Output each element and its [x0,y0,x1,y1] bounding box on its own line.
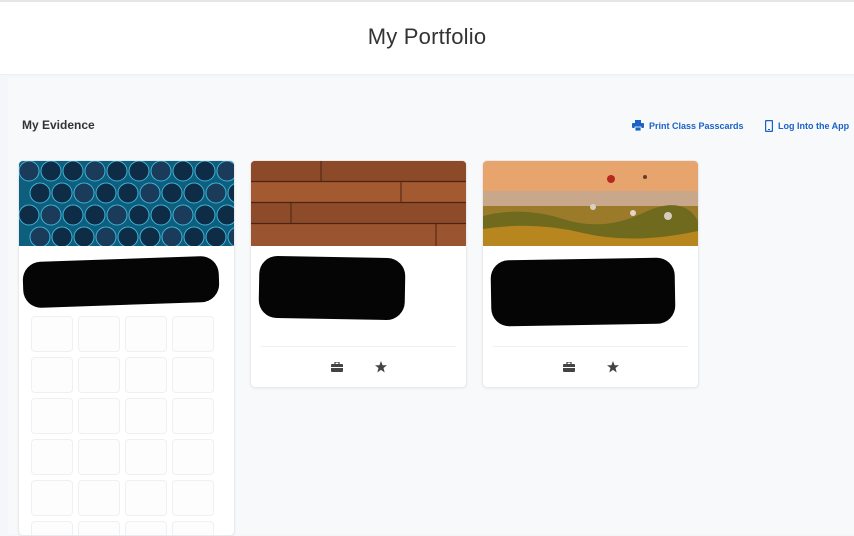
thumbnail-tile [172,398,214,434]
redacted-title [22,255,220,309]
card-footer [493,346,688,387]
thumbnail-tile [125,480,167,516]
briefcase-icon[interactable] [330,362,343,372]
section-title: My Evidence [22,118,95,132]
thumbnail-tile [172,357,214,393]
thumbnail-tile [125,357,167,393]
print-passcards-link[interactable]: Print Class Passcards [632,120,744,131]
thumbnail-tile [31,357,73,393]
star-icon[interactable] [606,361,619,373]
thumbnail-tile [172,480,214,516]
evidence-card-3[interactable] [482,160,699,388]
thumbnail-tile [31,398,73,434]
thumbnail-tile [125,439,167,475]
thumbnail-tile [172,316,214,352]
thumbnail-tile [78,316,120,352]
thumbnail-tile [172,439,214,475]
log-into-app-label: Log Into the App [778,121,850,131]
top-bar: My Portfolio [0,0,854,75]
evidence-card-1[interactable] [18,160,235,536]
print-passcards-label: Print Class Passcards [649,120,744,131]
card-banner-wood [251,161,466,246]
card-banner-marbles [19,161,234,246]
card-banner-balloons [483,161,698,246]
redacted-title [490,257,676,327]
thumbnail-grid [31,316,214,535]
page-title: My Portfolio [367,24,487,49]
redacted-title [258,255,406,321]
thumbnail-tile [125,316,167,352]
thumbnail-tile [31,439,73,475]
printer-icon [632,120,644,131]
log-into-app-link[interactable]: Log Into the App [765,120,849,132]
briefcase-icon[interactable] [562,362,575,372]
thumbnail-tile [125,398,167,434]
star-icon[interactable] [374,361,387,373]
card-footer [261,346,456,387]
thumbnail-tile [78,439,120,475]
thumbnail-tile [31,480,73,516]
evidence-card-2[interactable] [250,160,467,388]
thumbnail-tile [78,480,120,516]
thumbnail-tile [78,398,120,434]
phone-icon [765,120,773,132]
thumbnail-tile [31,316,73,352]
thumbnail-tile [78,357,120,393]
